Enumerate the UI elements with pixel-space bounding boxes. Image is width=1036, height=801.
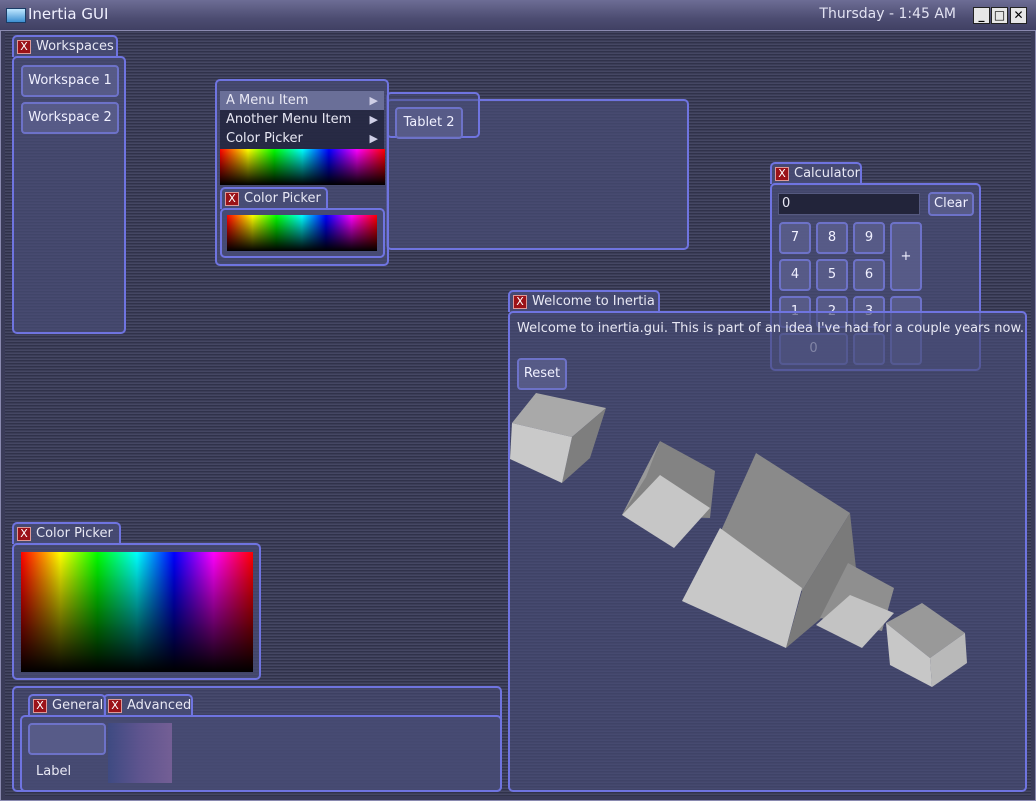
welcome-tab[interactable]: X Welcome to Inertia xyxy=(508,290,660,312)
menu-item-another[interactable]: Another Menu Item ▶ xyxy=(220,110,384,129)
calculator-tab[interactable]: X Calculator xyxy=(770,162,862,184)
preview-swatch xyxy=(108,723,172,783)
chevron-right-icon: ▶ xyxy=(369,94,378,107)
workspace-2-button[interactable]: Workspace 2 xyxy=(21,102,119,134)
color-picker-tab[interactable]: X Color Picker xyxy=(12,522,121,544)
clock: Thursday - 1:45 AM xyxy=(819,6,956,22)
menu-item-a[interactable]: A Menu Item ▶ xyxy=(220,91,384,110)
tab-advanced-label: Advanced xyxy=(127,698,192,713)
menu-color-picker-title: Color Picker xyxy=(244,191,321,206)
menu-item-label: Color Picker xyxy=(226,131,303,146)
cubes-3d-view[interactable] xyxy=(510,373,1025,793)
key-7[interactable]: 7 xyxy=(779,222,811,254)
workspaces-panel: Workspace 1 Workspace 2 xyxy=(12,56,126,334)
workspaces-tab[interactable]: X Workspaces xyxy=(12,35,118,57)
minimize-button[interactable]: _ xyxy=(973,7,990,24)
menu-color-picker-panel xyxy=(220,208,385,258)
cube-icon xyxy=(886,603,967,687)
general-button[interactable] xyxy=(28,723,106,755)
close-window-button[interactable]: ✕ xyxy=(1010,7,1027,24)
workspace-1-button[interactable]: Workspace 1 xyxy=(21,65,119,97)
label-text: Label xyxy=(36,764,72,779)
close-icon[interactable]: X xyxy=(17,527,31,541)
color-picker-title: Color Picker xyxy=(36,526,113,541)
menu-color-picker-tab[interactable]: X Color Picker xyxy=(220,187,328,209)
large-color-spectrum[interactable] xyxy=(21,552,253,672)
calculator-title: Calculator xyxy=(794,166,861,181)
menu-color-spectrum[interactable] xyxy=(220,149,385,185)
color-picker-panel xyxy=(12,543,261,680)
close-icon[interactable]: X xyxy=(17,40,31,54)
plus-button[interactable]: + xyxy=(890,222,922,291)
key-6[interactable]: 6 xyxy=(853,259,885,291)
window-title: Inertia GUI xyxy=(28,5,109,23)
app-icon xyxy=(6,8,26,23)
close-icon[interactable]: X xyxy=(108,699,122,713)
menu-list: A Menu Item ▶ Another Menu Item ▶ Color … xyxy=(220,91,384,149)
key-4[interactable]: 4 xyxy=(779,259,811,291)
tab-advanced[interactable]: X Advanced xyxy=(103,694,193,716)
cube-icon xyxy=(510,393,606,483)
welcome-title: Welcome to Inertia xyxy=(532,294,655,309)
welcome-text: Welcome to inertia.gui. This is part of … xyxy=(517,321,1025,336)
cube-icon xyxy=(622,441,715,548)
close-icon[interactable]: X xyxy=(33,699,47,713)
menu-panel: A Menu Item ▶ Another Menu Item ▶ Color … xyxy=(215,79,389,266)
menu-item-color-picker[interactable]: Color Picker ▶ xyxy=(220,129,384,148)
chevron-right-icon: ▶ xyxy=(369,113,378,126)
calculator-display[interactable]: 0 xyxy=(778,193,920,215)
key-8[interactable]: 8 xyxy=(816,222,848,254)
key-9[interactable]: 9 xyxy=(853,222,885,254)
clear-button[interactable]: Clear xyxy=(928,192,974,216)
tab-general-label: General xyxy=(52,698,104,713)
menu-item-label: A Menu Item xyxy=(226,93,309,108)
close-icon[interactable]: X xyxy=(513,295,527,309)
settings-panel: Label xyxy=(20,715,502,792)
maximize-button[interactable]: □ xyxy=(991,7,1008,24)
close-icon[interactable]: X xyxy=(225,192,239,206)
tab-general[interactable]: X General xyxy=(28,694,106,716)
menu-item-label: Another Menu Item xyxy=(226,112,352,127)
workspaces-title: Workspaces xyxy=(36,39,114,54)
close-icon[interactable]: X xyxy=(775,167,789,181)
small-color-spectrum[interactable] xyxy=(227,215,377,251)
chevron-right-icon: ▶ xyxy=(369,132,378,145)
key-5[interactable]: 5 xyxy=(816,259,848,291)
welcome-panel: Welcome to inertia.gui. This is part of … xyxy=(508,311,1027,792)
title-bar: Inertia GUI Thursday - 1:45 AM _ □ ✕ xyxy=(0,0,1036,31)
tablet-2-button[interactable]: Tablet 2 xyxy=(395,107,463,139)
